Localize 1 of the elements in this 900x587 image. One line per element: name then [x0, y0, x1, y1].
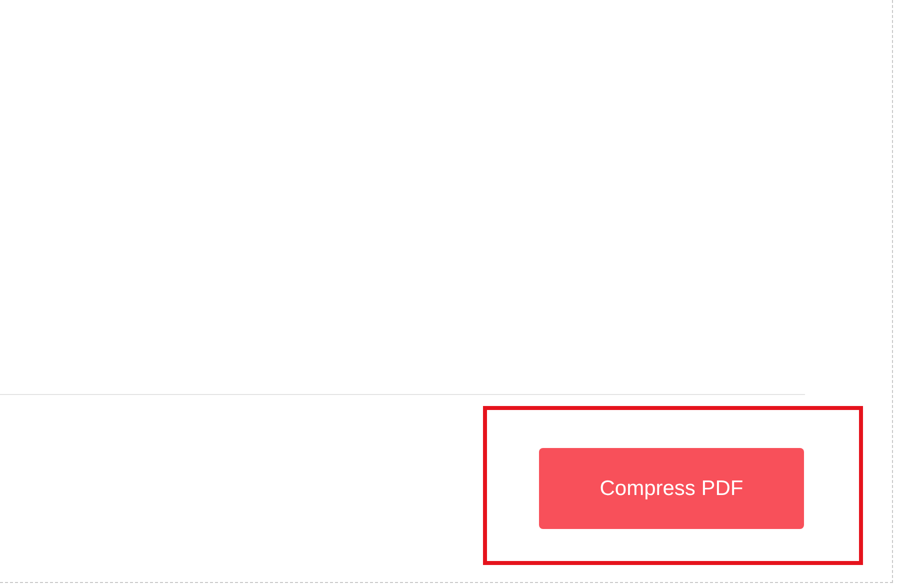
compress-pdf-button[interactable]: Compress PDF [539, 448, 804, 529]
